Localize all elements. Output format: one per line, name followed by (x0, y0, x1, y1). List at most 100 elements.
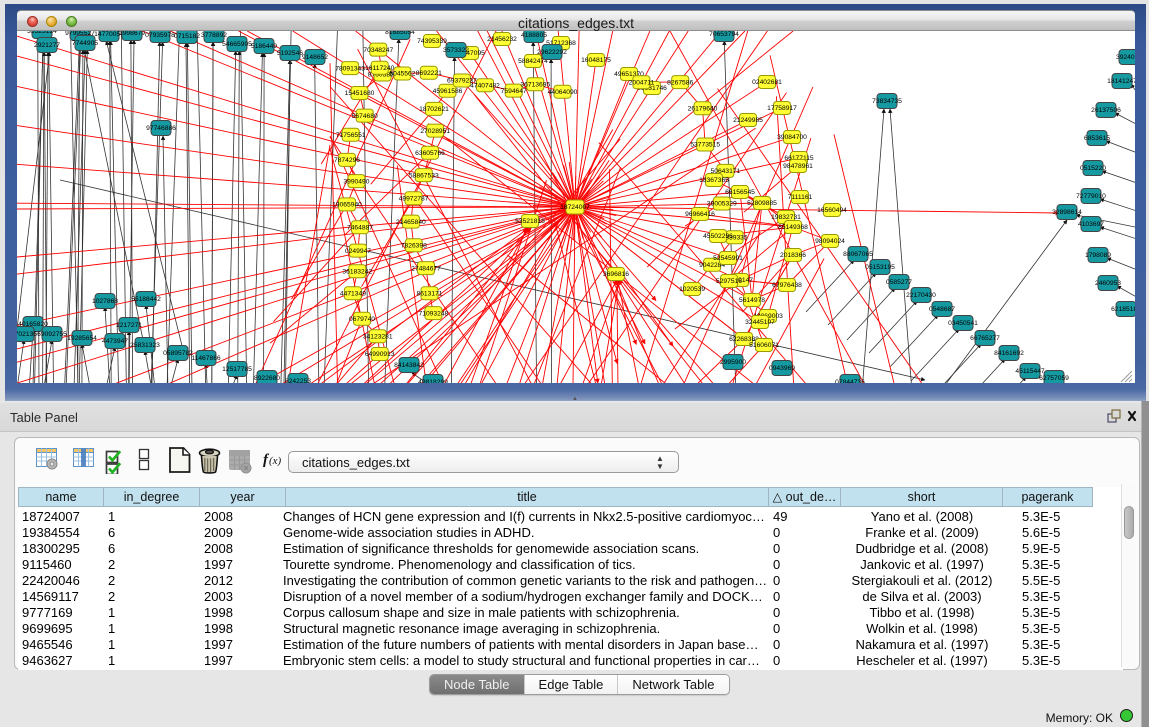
svg-text:12517785: 12517785 (222, 366, 252, 373)
svg-text:34123281: 34123281 (363, 333, 393, 340)
svg-text:74395339: 74395339 (417, 38, 447, 45)
svg-text:32445107: 32445107 (745, 319, 775, 326)
svg-text:32898614: 32898614 (1052, 209, 1082, 216)
svg-text:45115447: 45115447 (1015, 368, 1045, 375)
svg-text:18141247: 18141247 (1107, 78, 1135, 85)
svg-text:26137506: 26137506 (1091, 107, 1121, 114)
svg-text:45502296: 45502296 (703, 233, 733, 240)
svg-text:05153195: 05153195 (865, 264, 895, 271)
svg-text:96966416: 96966416 (685, 211, 715, 218)
svg-text:0585277: 0585277 (886, 279, 912, 286)
svg-text:62757059: 62757059 (1039, 375, 1069, 382)
svg-text:73834735: 73834735 (872, 98, 902, 105)
svg-text:5297516: 5297516 (716, 278, 742, 285)
svg-text:21465840: 21465840 (396, 219, 426, 226)
svg-text:47407482: 47407482 (470, 82, 500, 89)
svg-text:85149368: 85149368 (778, 224, 808, 231)
svg-text:07844736: 07844736 (835, 379, 865, 383)
svg-text:3990490: 3990490 (343, 178, 369, 185)
svg-text:97746886: 97746886 (146, 125, 176, 132)
svg-text:2995900: 2995900 (720, 359, 746, 366)
svg-text:0679740: 0679740 (349, 316, 375, 323)
svg-text:70653794: 70653794 (709, 31, 739, 38)
svg-text:70348247: 70348247 (363, 47, 393, 54)
svg-text:03450541: 03450541 (948, 320, 978, 327)
svg-text:0715182: 0715182 (174, 33, 200, 40)
svg-text:19065940: 19065940 (332, 202, 362, 209)
svg-text:66765277: 66765277 (970, 335, 1000, 342)
svg-text:7111161: 7111161 (788, 194, 813, 201)
svg-text:07935978: 07935978 (145, 32, 175, 39)
svg-text:39084700: 39084700 (777, 134, 807, 141)
svg-text:4473947: 4473947 (102, 338, 128, 345)
svg-text:5192546: 5192546 (277, 50, 303, 57)
svg-text:16560494: 16560494 (817, 207, 847, 214)
svg-text:35523124: 35523124 (27, 31, 57, 35)
svg-text:18702621: 18702621 (419, 106, 449, 113)
svg-text:71756551: 71756551 (336, 132, 366, 139)
svg-text:1027868: 1027868 (92, 298, 118, 305)
svg-text:18367365: 18367365 (699, 177, 729, 184)
svg-text:9148652: 9148652 (302, 54, 328, 61)
svg-text:7826398: 7826398 (401, 243, 427, 250)
svg-text:5045562: 5045562 (389, 71, 415, 78)
svg-text:81685054: 81685054 (385, 31, 415, 36)
svg-text:5614978: 5614978 (739, 297, 765, 304)
svg-text:39005329: 39005329 (707, 201, 737, 208)
svg-text:27028951: 27028951 (420, 128, 450, 135)
svg-text:4188805: 4188805 (521, 32, 547, 39)
svg-text:8692221: 8692221 (416, 70, 442, 77)
svg-text:45961586: 45961586 (433, 88, 463, 95)
svg-text:66156545: 66156545 (725, 189, 755, 196)
svg-text:8613171: 8613171 (416, 291, 442, 298)
svg-text:5674680: 5674680 (352, 113, 378, 120)
svg-text:05895782: 05895782 (163, 350, 193, 357)
svg-text:1998679: 1998679 (119, 31, 145, 37)
svg-text:7464887: 7464887 (347, 224, 373, 231)
svg-text:5186449: 5186449 (251, 43, 277, 50)
svg-text:2921277: 2921277 (34, 42, 60, 49)
svg-text:6853615: 6853615 (1084, 135, 1110, 142)
svg-text:55188442: 55188442 (131, 296, 161, 303)
svg-text:84143842: 84143842 (394, 362, 424, 369)
svg-text:36183242: 36183242 (342, 268, 372, 275)
svg-text:0515220: 0515220 (1080, 165, 1106, 172)
svg-text:98478961: 98478961 (783, 163, 813, 170)
svg-text:63605766: 63605766 (415, 150, 445, 157)
svg-text:52545991: 52545991 (713, 255, 743, 262)
svg-text:7874296: 7874296 (334, 157, 360, 164)
svg-text:49972787: 49972787 (399, 196, 429, 203)
svg-text:21249985: 21249985 (733, 117, 763, 124)
svg-text:25831323: 25831323 (130, 342, 160, 349)
svg-text:2004711: 2004711 (629, 79, 655, 86)
svg-text:3924075: 3924075 (1116, 54, 1135, 61)
svg-text:3696816: 3696816 (603, 271, 629, 278)
svg-text:84161692: 84161692 (994, 350, 1024, 357)
svg-text:21456232: 21456232 (487, 36, 517, 43)
svg-text:98094024: 98094024 (815, 238, 845, 245)
svg-text:52809885: 52809885 (747, 200, 777, 207)
svg-text:64990913: 64990913 (365, 351, 395, 358)
svg-text:36713695: 36713695 (520, 82, 550, 89)
svg-text:7744905: 7744905 (72, 40, 98, 47)
svg-text:4103697: 4103697 (1078, 221, 1104, 228)
svg-text:22170430: 22170430 (906, 292, 936, 299)
svg-text:69092755: 69092755 (37, 331, 67, 338)
svg-text:15451680: 15451680 (345, 90, 375, 97)
svg-text:71093248: 71093248 (419, 310, 449, 317)
svg-text:02402681: 02402681 (752, 79, 782, 86)
svg-text:1020539: 1020539 (679, 286, 705, 293)
svg-text:51606071: 51606071 (749, 342, 779, 349)
svg-text:44064090: 44064090 (548, 89, 578, 96)
svg-text:3778892: 3778892 (201, 32, 227, 39)
svg-text:8242253: 8242253 (285, 378, 311, 383)
svg-text:78091343: 78091343 (335, 65, 365, 72)
svg-text:9702135: 9702135 (17, 331, 37, 338)
svg-text:49818299: 49818299 (418, 379, 448, 383)
svg-text:58867533: 58867533 (409, 172, 439, 179)
svg-text:67976438: 67976438 (772, 282, 802, 289)
svg-text:72779010: 72779010 (1076, 193, 1106, 200)
svg-text:8267586: 8267586 (667, 79, 693, 86)
svg-text:3573322: 3573322 (443, 47, 469, 54)
svg-text:(x): (x) (269, 455, 282, 467)
